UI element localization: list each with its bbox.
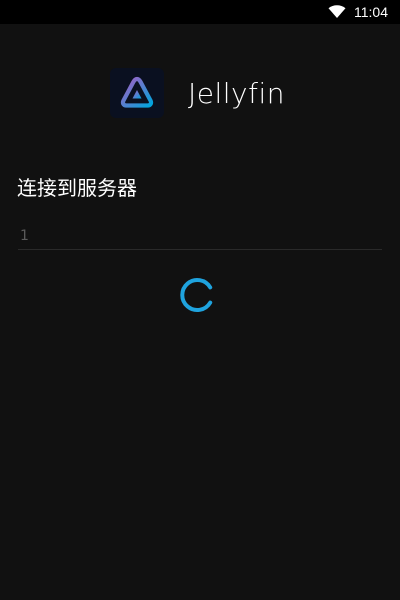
loading-spinner-icon	[180, 278, 213, 312]
jellyfin-logo-icon	[110, 68, 164, 118]
app-title: Jellyfin	[188, 76, 285, 110]
wifi-icon	[328, 5, 346, 18]
status-bar: 11:04	[0, 0, 400, 24]
status-right: 11:04	[328, 2, 388, 22]
server-address-input[interactable]	[18, 222, 382, 250]
status-time: 11:04	[354, 4, 388, 20]
brand-header: Jellyfin	[110, 68, 285, 118]
connect-to-server-title: 连接到服务器	[17, 176, 137, 200]
jellyfin-logo-graphic	[120, 76, 154, 108]
